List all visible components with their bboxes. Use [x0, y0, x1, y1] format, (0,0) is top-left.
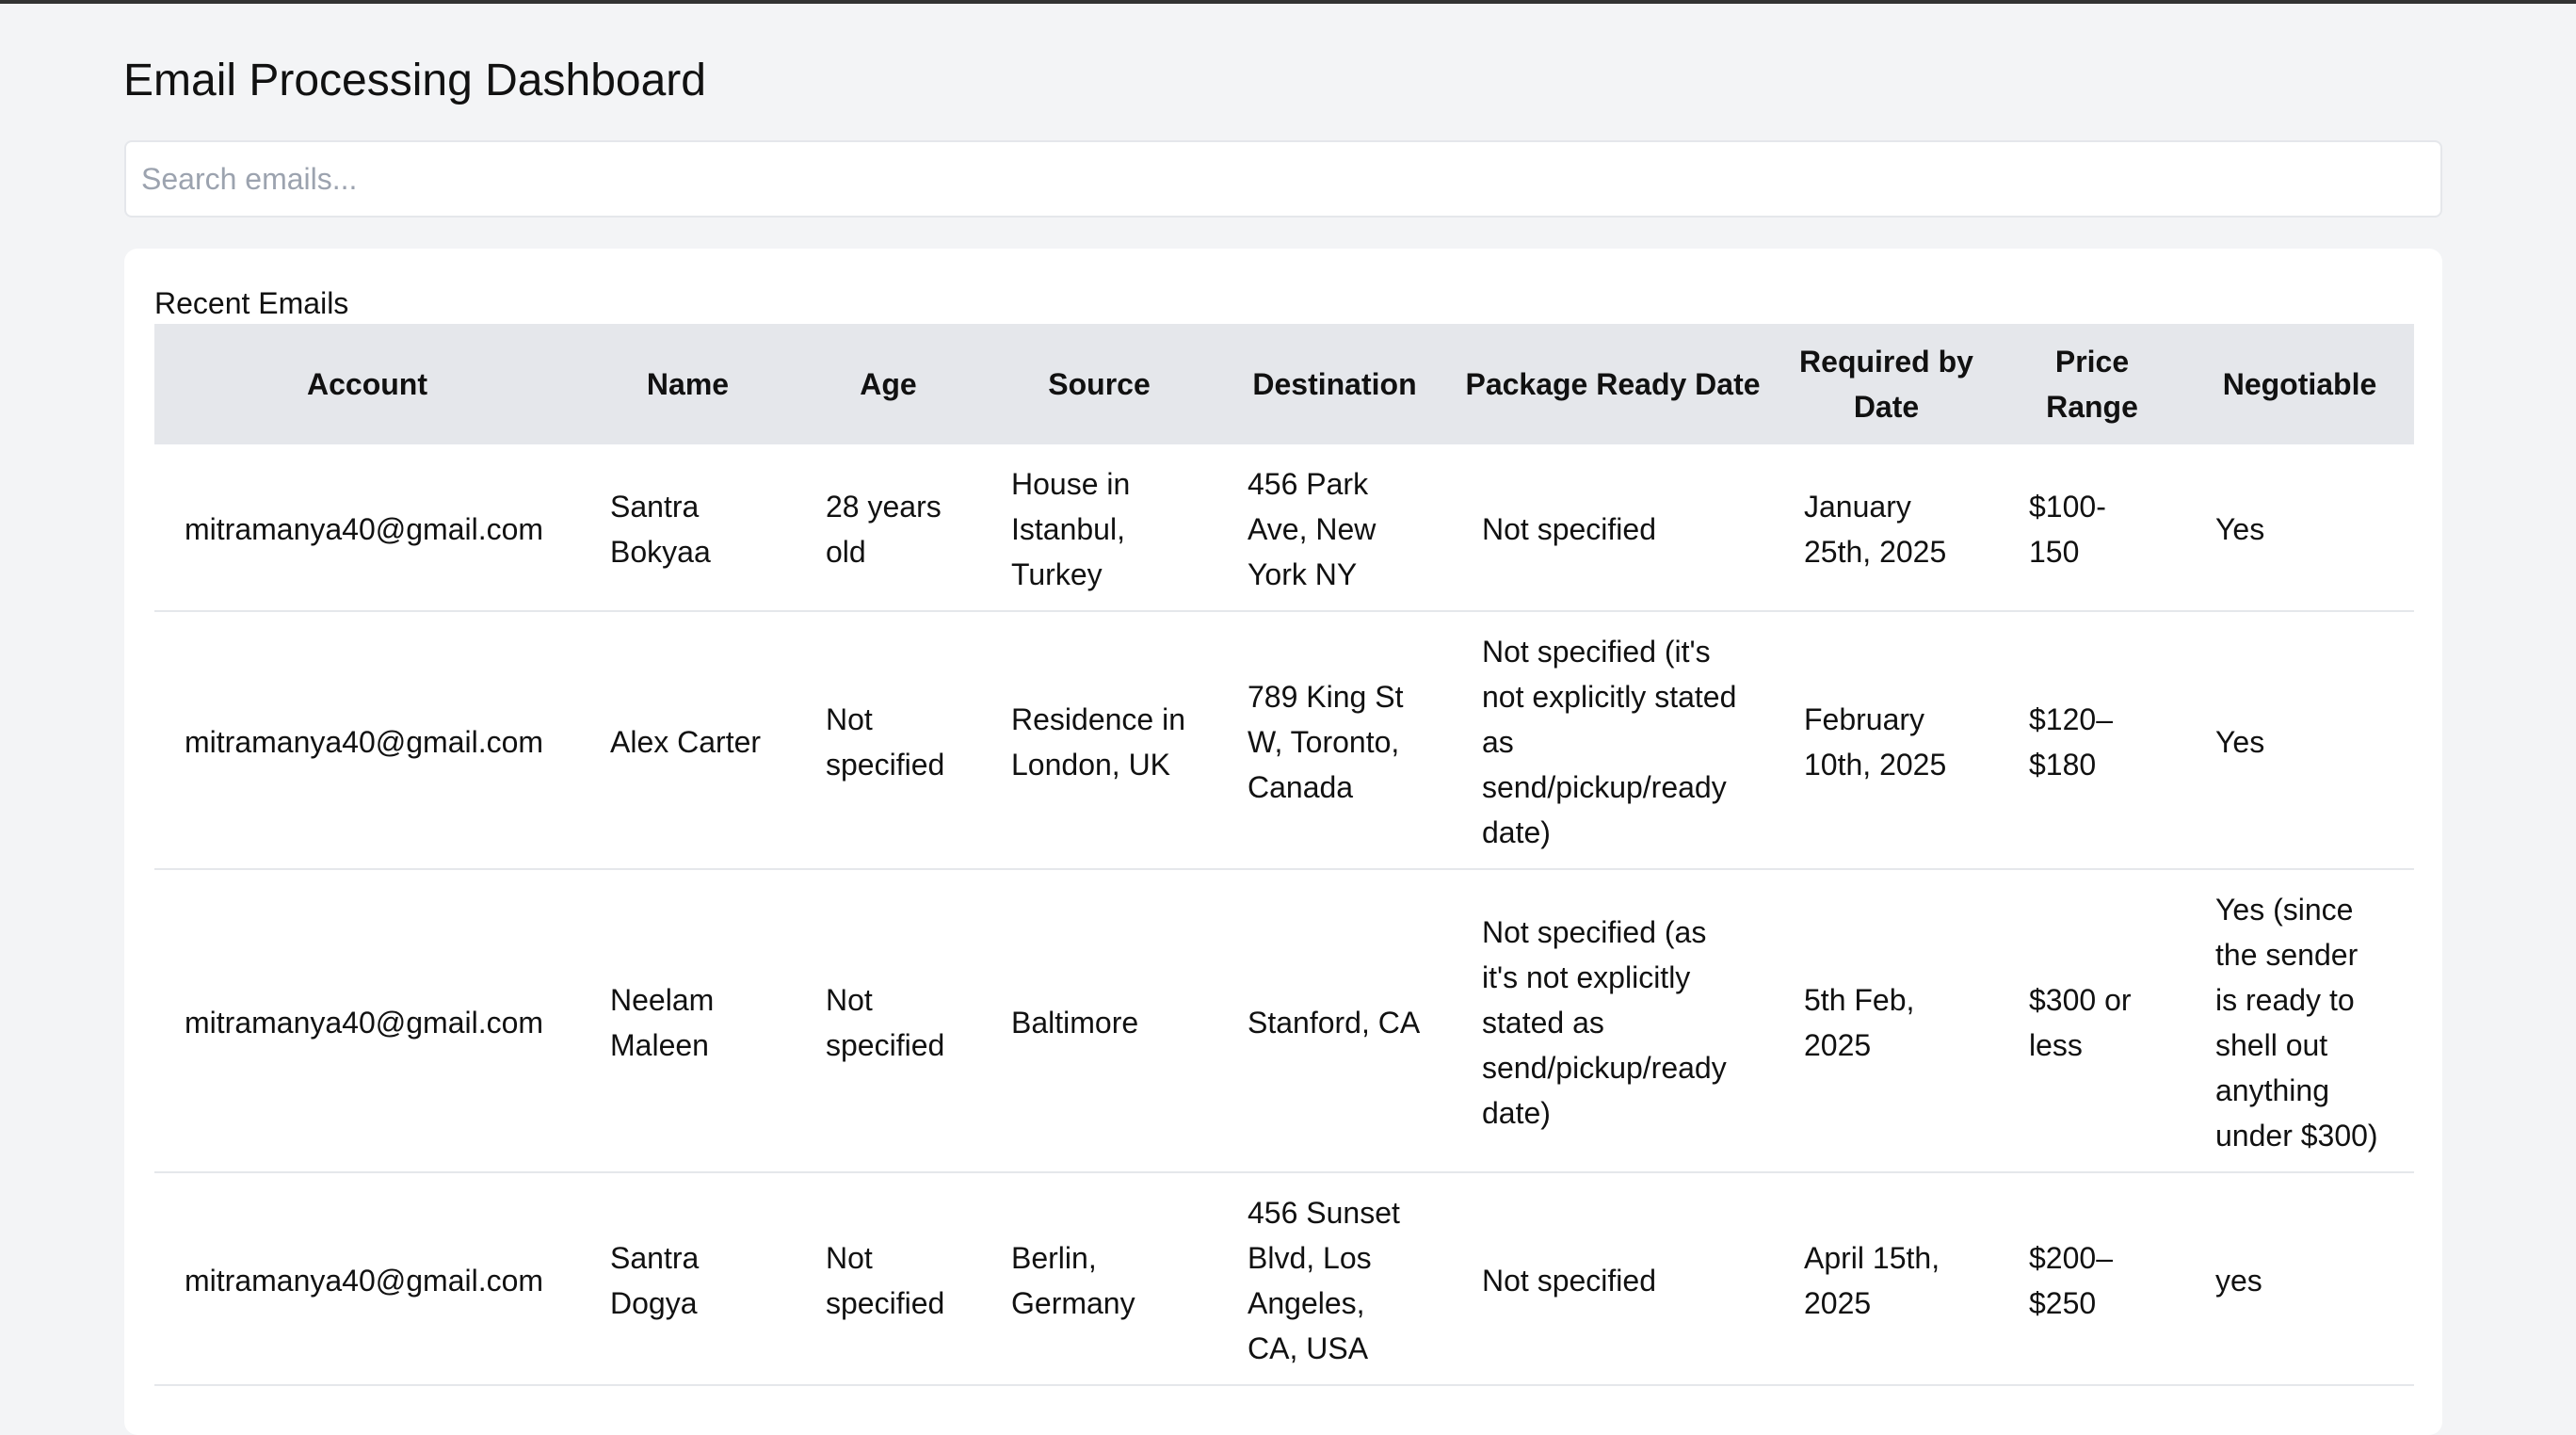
search-input[interactable]: [124, 140, 2442, 218]
table-row[interactable]: mitramanya40@gmail.com Alex Carter Not s…: [154, 611, 2414, 870]
table-body: mitramanya40@gmail.com Santra Bokyaa 28 …: [154, 444, 2414, 1386]
cell-name: Santra Bokyaa: [580, 444, 796, 612]
cell-destination: 456 Sunset Blvd, Los Angeles, CA, USA: [1217, 1172, 1452, 1386]
cell-required-by-date: January 25th, 2025: [1774, 444, 1999, 612]
column-header-destination[interactable]: Destination: [1217, 324, 1452, 444]
cell-age: Not specified: [796, 869, 981, 1173]
column-header-source[interactable]: Source: [981, 324, 1217, 444]
cell-required-by-date: April 15th, 2025: [1774, 1172, 1999, 1386]
column-header-name[interactable]: Name: [580, 324, 796, 444]
cell-source: Berlin, Germany: [981, 1172, 1217, 1386]
cell-negotiable: Yes: [2185, 611, 2414, 870]
cell-account: mitramanya40@gmail.com: [154, 1172, 580, 1386]
cell-required-by-date: February 10th, 2025: [1774, 611, 1999, 870]
window-top-border: [0, 0, 2576, 4]
table-header: Account Name Age Source Destination Pack…: [154, 324, 2414, 444]
cell-age: Not specified: [796, 611, 981, 870]
recent-emails-card: Recent Emails Account Name Age Source De…: [124, 249, 2442, 1435]
cell-age: 28 years old: [796, 444, 981, 612]
column-header-negotiable[interactable]: Negotiable: [2185, 324, 2414, 444]
column-header-package-ready-date[interactable]: Package Ready Date: [1452, 324, 1774, 444]
cell-destination: 789 King St W, Toronto, Canada: [1217, 611, 1452, 870]
cell-account: mitramanya40@gmail.com: [154, 611, 580, 870]
cell-required-by-date: 5th Feb, 2025: [1774, 869, 1999, 1173]
cell-name: Alex Carter: [580, 611, 796, 870]
column-header-account[interactable]: Account: [154, 324, 580, 444]
cell-age: Not specified: [796, 1172, 981, 1386]
cell-price-range: $300 or less: [1999, 869, 2185, 1173]
cell-source: Residence in London, UK: [981, 611, 1217, 870]
cell-source: Baltimore: [981, 869, 1217, 1173]
column-header-price-range[interactable]: Price Range: [1999, 324, 2185, 444]
table-header-row: Account Name Age Source Destination Pack…: [154, 324, 2414, 444]
cell-source: House in Istanbul, Turkey: [981, 444, 1217, 612]
cell-account: mitramanya40@gmail.com: [154, 444, 580, 612]
cell-price-range: $200–$250: [1999, 1172, 2185, 1386]
page-title: Email Processing Dashboard: [123, 56, 706, 105]
table-row[interactable]: mitramanya40@gmail.com Neelam Maleen Not…: [154, 869, 2414, 1173]
table-row[interactable]: mitramanya40@gmail.com Santra Dogya Not …: [154, 1172, 2414, 1386]
cell-negotiable: Yes (since the sender is ready to shell …: [2185, 869, 2414, 1173]
column-header-age[interactable]: Age: [796, 324, 981, 444]
cell-package-ready-date: Not specified (as it's not explicitly st…: [1452, 869, 1774, 1173]
cell-name: Santra Dogya: [580, 1172, 796, 1386]
cell-negotiable: yes: [2185, 1172, 2414, 1386]
cell-destination: Stanford, CA: [1217, 869, 1452, 1173]
emails-table: Account Name Age Source Destination Pack…: [154, 324, 2414, 1386]
cell-negotiable: Yes: [2185, 444, 2414, 612]
cell-package-ready-date: Not specified: [1452, 444, 1774, 612]
cell-destination: 456 Park Ave, New York NY: [1217, 444, 1452, 612]
table-row[interactable]: mitramanya40@gmail.com Santra Bokyaa 28 …: [154, 444, 2414, 612]
column-header-required-by-date[interactable]: Required by Date: [1774, 324, 1999, 444]
cell-package-ready-date: Not specified: [1452, 1172, 1774, 1386]
cell-price-range: $120–$180: [1999, 611, 2185, 870]
cell-account: mitramanya40@gmail.com: [154, 869, 580, 1173]
cell-name: Neelam Maleen: [580, 869, 796, 1173]
cell-price-range: $100-150: [1999, 444, 2185, 612]
card-title: Recent Emails: [154, 286, 349, 320]
cell-package-ready-date: Not specified (it's not explicitly state…: [1452, 611, 1774, 870]
